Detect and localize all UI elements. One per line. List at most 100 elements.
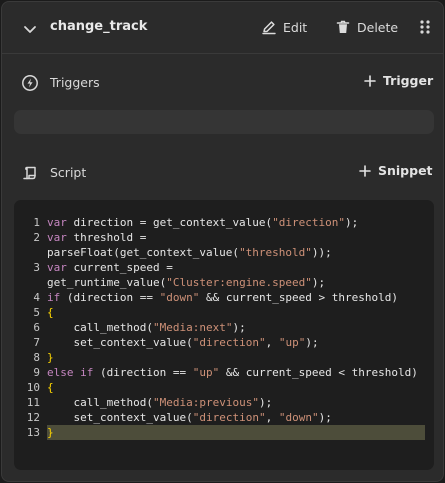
plus-icon [359,164,371,177]
code-text: } [47,425,425,440]
script-label: Script [50,165,87,180]
code-token: && current_speed > threshold) [199,291,399,304]
code-line[interactable]: 5{ [14,305,434,320]
code-token: )); [311,246,332,259]
line-number: 11 [26,396,40,409]
automation-title: change_track [50,19,148,34]
code-token: "threshold" [239,246,312,259]
add-snippet-label: Snippet [378,163,433,178]
code-token: "direction" [192,336,266,349]
code-token: set_context_value( [47,336,193,349]
code-token: "down" [278,411,319,424]
code-token: && current_speed < threshold) [219,366,418,379]
chevron-down-icon[interactable] [22,21,38,37]
code-token: current_speed = get_runtime_value( [47,261,180,289]
line-number: 12 [26,411,40,424]
code-token: "Media:next" [152,321,233,334]
code-token: (direction == [60,291,160,304]
code-line[interactable]: 6 call_method("Media:next"); [14,320,434,335]
code-token: } [47,426,54,439]
code-text: { [47,380,425,395]
code-text: { [47,305,425,320]
code-text: if (direction == "down" && current_speed… [47,290,425,305]
code-token: call_method( [47,321,153,334]
code-line[interactable]: 12 set_context_value("direction", "down"… [14,410,434,425]
plus-icon [364,74,376,87]
line-number: 3 [33,261,40,274]
drag-dots-icon[interactable] [419,19,431,35]
code-text: set_context_value("direction", "up"); [47,335,425,350]
code-text: var current_speed = get_runtime_value("C… [47,260,425,290]
code-token: ); [311,276,326,289]
code-line[interactable]: 11 call_method("Media:previous"); [14,395,434,410]
code-token: "direction" [192,411,266,424]
code-token: else if [47,366,94,379]
code-token: ); [232,321,246,334]
triggers-list[interactable] [14,110,434,134]
pencil-icon [261,19,277,35]
delete-label: Delete [357,19,399,35]
line-number: 10 [26,381,40,394]
code-line[interactable]: 7 set_context_value("direction", "up"); [14,335,434,350]
add-trigger-label: Trigger [383,73,434,88]
code-line[interactable]: 10 { [14,380,434,395]
code-token: var [47,231,67,244]
delete-button[interactable]: Delete [335,15,398,39]
code-line[interactable]: 3 var current_speed = get_runtime_value("… [14,260,434,290]
line-number: 5 [33,306,40,319]
line-number: 8 [33,351,40,364]
line-number: 2 [33,231,40,244]
code-token: ); [345,216,359,229]
code-token: if [47,291,61,304]
add-snippet-button[interactable]: Snippet [359,163,433,178]
code-token: "Cluster:engine.speed" [166,276,312,289]
script-editor[interactable]: 1 var direction = get_context_value("dire… [14,200,434,470]
line-number: 13 [26,426,40,439]
code-token: var [47,216,67,229]
script-section-header: Script Snippet [2,157,443,187]
code-text: call_method("Media:previous"); [47,395,425,410]
code-line[interactable]: 8} [14,350,434,365]
script-icon [21,164,39,182]
code-token: direction = get_context_value( [66,216,273,229]
code-line[interactable]: 4 if (direction == "down" && current_spee… [14,290,434,305]
line-number: 6 [33,321,40,334]
code-token: ); [318,411,332,424]
code-token: "down" [159,291,200,304]
code-token: , [265,411,279,424]
lightning-icon [21,74,39,92]
code-token: var [47,261,67,274]
automation-panel: change_track Edit Delete Triggers Trigge… [1,1,444,482]
code-token: } [47,351,54,364]
code-token: ); [305,336,319,349]
edit-label: Edit [283,19,308,35]
triggers-label: Triggers [50,75,100,90]
edit-button[interactable]: Edit [261,15,307,39]
triggers-section-header: Triggers Trigger [2,67,443,97]
code-token: "direction" [272,216,346,229]
code-line[interactable]: 1 var direction = get_context_value("dire… [14,215,434,230]
code-line[interactable]: 2 var threshold = parseFloat(get_context_… [14,230,434,260]
line-number: 7 [33,336,40,349]
code-text: set_context_value("direction", "down"); [47,410,425,425]
trash-icon [335,19,351,35]
line-number: 4 [33,291,40,304]
code-token: { [47,306,54,319]
code-token: set_context_value( [47,411,193,424]
add-trigger-button[interactable]: Trigger [364,73,433,88]
code-text: var threshold = parseFloat(get_context_v… [47,230,425,260]
code-line[interactable]: 13} [14,425,434,440]
code-lines: 1 var direction = get_context_value("dire… [14,215,434,440]
line-number: 1 [33,216,40,229]
code-token: threshold = parseFloat(get_context_value… [47,231,240,259]
code-token: "Media:previous" [152,396,259,409]
code-text: else if (direction == "up" && current_sp… [47,365,425,380]
line-number: 9 [33,366,40,379]
code-text: call_method("Media:next"); [47,320,425,335]
code-line[interactable]: 9 else if (direction == "up" && current_s… [14,365,434,380]
code-token: "up" [278,336,306,349]
code-token: "up" [192,366,220,379]
code-text: } [47,350,425,365]
panel-header: change_track Edit Delete [2,2,443,54]
code-text: var direction = get_context_value("direc… [47,215,425,230]
